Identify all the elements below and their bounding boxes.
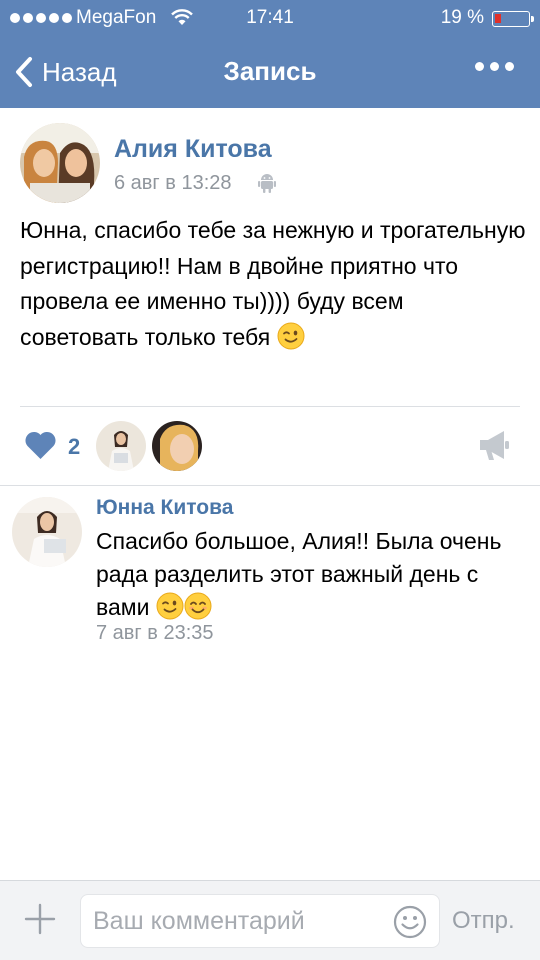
avatar-photo — [96, 421, 146, 471]
comment-date: 7 авг в 23:35 — [96, 622, 214, 644]
smile-icon[interactable] — [393, 905, 427, 939]
post-date: 6 авг в 13:28 — [114, 172, 232, 194]
avatar-photo — [20, 123, 100, 203]
smile-emoji-icon — [184, 592, 212, 620]
wink-emoji-icon — [277, 322, 305, 349]
avatar-photo — [152, 421, 202, 471]
liker-avatar[interactable] — [96, 421, 146, 471]
comment-input[interactable] — [93, 895, 393, 947]
wink-emoji-icon — [156, 592, 184, 620]
nav-bar: Назад Запись — [0, 36, 540, 108]
avatar-photo — [12, 497, 82, 567]
post-text: Юнна, спасибо тебе за нежную и трогатель… — [20, 213, 526, 355]
send-button[interactable]: Отпр. — [452, 907, 515, 935]
back-label: Назад — [42, 56, 117, 87]
comment-author-avatar[interactable] — [12, 497, 82, 567]
chevron-left-icon — [16, 57, 32, 87]
comments-divider — [0, 485, 540, 486]
header-bar: MegaFon 17:41 19 % Назад Запись — [0, 0, 540, 108]
comment-input-box[interactable] — [80, 894, 440, 948]
megaphone-icon[interactable] — [478, 428, 510, 462]
liker-avatar[interactable] — [152, 421, 202, 471]
battery-level — [495, 14, 501, 23]
like-count[interactable]: 2 — [68, 434, 80, 460]
post-body: Юнна, спасибо тебе за нежную и трогатель… — [20, 217, 526, 350]
post-author-name[interactable]: Алия Китова — [114, 135, 272, 164]
android-icon — [258, 174, 276, 193]
heart-icon[interactable] — [24, 430, 57, 460]
plus-icon[interactable] — [24, 903, 56, 935]
comment-text: Спасибо большое, Алия!! Была очень рада … — [96, 525, 526, 624]
post-author-avatar[interactable] — [20, 123, 100, 203]
battery-percent: 19 % — [440, 7, 484, 28]
battery-icon — [492, 11, 534, 27]
comment-composer: Отпр. — [0, 880, 540, 960]
back-button[interactable]: Назад — [14, 54, 117, 90]
more-dots-icon[interactable] — [475, 62, 514, 71]
status-bar: MegaFon 17:41 19 % — [0, 0, 540, 36]
comment-author-name[interactable]: Юнна Китова — [96, 496, 233, 520]
post-divider — [20, 406, 520, 407]
